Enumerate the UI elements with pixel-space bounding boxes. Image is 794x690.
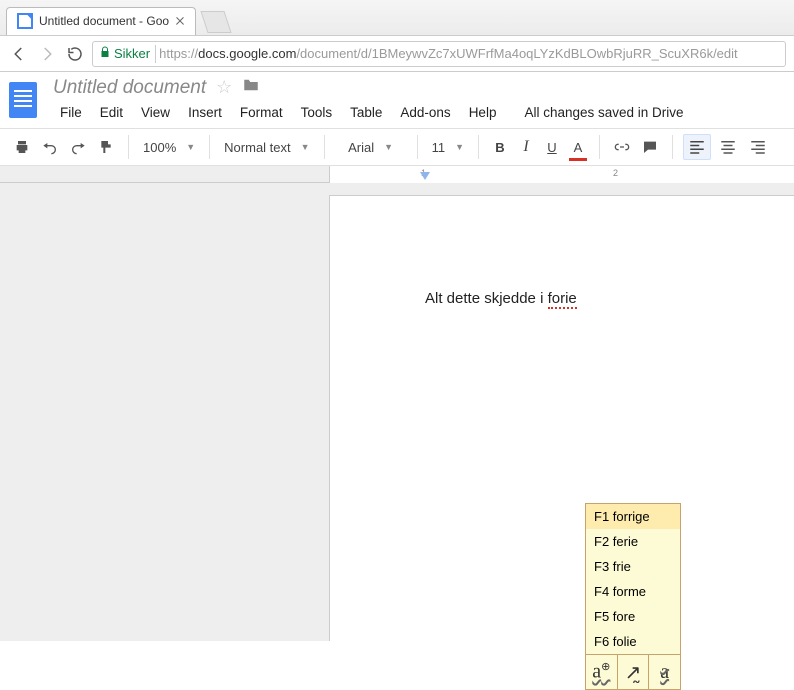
suggestion-6[interactable]: F6 folie [586, 629, 680, 654]
document-page[interactable]: Alt dette skjedde i forie [329, 195, 794, 641]
separator [478, 135, 479, 159]
address-bar: Sikker https:// docs.google.com /documen… [0, 36, 794, 72]
url-host: docs.google.com [198, 46, 296, 61]
redo-button[interactable] [66, 134, 90, 160]
size-value: 11 [432, 140, 446, 155]
suggestion-4[interactable]: F4 forme [586, 579, 680, 604]
suggestion-1[interactable]: F1 forrige [586, 504, 680, 529]
menu-table[interactable]: Table [343, 103, 389, 122]
menu-view[interactable]: View [134, 103, 177, 122]
folder-icon[interactable] [242, 76, 260, 99]
tab-title: Untitled document - Goo [39, 14, 169, 28]
url-path: /document/d/1BMeywvZc7xUWFrfMa4oqLYzKdBL… [296, 46, 737, 61]
toolbar: 100%▼ Normal text▼ Arial▼ 11▼ B I U A [0, 128, 794, 166]
spell-error-word[interactable]: forie [548, 290, 577, 309]
style-value: Normal text [224, 140, 290, 155]
font-dropdown[interactable]: Arial▼ [335, 134, 407, 160]
document-title[interactable]: Untitled document [53, 77, 206, 99]
docs-header: Untitled document ☆ File Edit View Inser… [0, 72, 794, 128]
security-label: Sikker [114, 46, 150, 61]
separator [155, 45, 156, 63]
menu-bar: File Edit View Insert Format Tools Table… [45, 99, 794, 126]
suggestion-3[interactable]: F3 frie [586, 554, 680, 579]
menu-file[interactable]: File [53, 103, 89, 122]
docs-logo-icon[interactable] [0, 72, 45, 128]
add-to-dictionary-icon[interactable]: a⊕ [586, 655, 617, 689]
align-center-button[interactable] [715, 134, 741, 160]
suggestion-5[interactable]: F5 fore [586, 604, 680, 629]
separator [324, 135, 325, 159]
insert-comment-button[interactable] [638, 134, 662, 160]
paragraph-style-dropdown[interactable]: Normal text▼ [220, 134, 313, 160]
new-tab-button[interactable] [201, 11, 232, 33]
align-left-button[interactable] [683, 134, 711, 160]
text-content: Alt dette skjedde i [425, 290, 548, 307]
docs-favicon-icon [17, 13, 33, 29]
suggestion-tools: a⊕ ↗̰ a [586, 654, 680, 689]
separator [417, 135, 418, 159]
zoom-dropdown[interactable]: 100%▼ [139, 134, 199, 160]
menu-edit[interactable]: Edit [93, 103, 130, 122]
paint-format-button[interactable] [94, 134, 118, 160]
save-status: All changes saved in Drive [517, 103, 690, 122]
zoom-value: 100% [143, 140, 176, 155]
workspace: Alt dette skjedde i forie F1 forrige F2 … [0, 183, 794, 641]
document-text[interactable]: Alt dette skjedde i forie [425, 290, 577, 307]
back-button[interactable] [8, 43, 30, 65]
browser-chrome: Untitled document - Goo Sikker https:// … [0, 0, 794, 72]
separator [672, 135, 673, 159]
font-value: Arial [348, 140, 374, 155]
menu-insert[interactable]: Insert [181, 103, 229, 122]
url-field[interactable]: Sikker https:// docs.google.com /documen… [92, 41, 786, 67]
ruler[interactable]: 1 2 3 [0, 166, 794, 183]
print-button[interactable] [10, 134, 34, 160]
reload-button[interactable] [64, 43, 86, 65]
insert-link-button[interactable] [610, 134, 634, 160]
menu-addons[interactable]: Add-ons [393, 103, 457, 122]
skip-icon[interactable]: ↗̰ [617, 655, 649, 689]
text-color-button[interactable]: A [567, 134, 589, 160]
browser-tab[interactable]: Untitled document - Goo [6, 7, 196, 35]
undo-button[interactable] [38, 134, 62, 160]
menu-help[interactable]: Help [462, 103, 504, 122]
align-right-button[interactable] [745, 134, 771, 160]
menu-tools[interactable]: Tools [294, 103, 340, 122]
star-icon[interactable]: ☆ [216, 77, 232, 98]
separator [599, 135, 600, 159]
spellcheck-suggestions: F1 forrige F2 ferie F3 frie F4 forme F5 … [585, 503, 681, 690]
menu-format[interactable]: Format [233, 103, 290, 122]
indent-marker-icon[interactable] [420, 172, 430, 180]
close-icon[interactable] [175, 16, 185, 26]
separator [209, 135, 210, 159]
separator [128, 135, 129, 159]
bold-button[interactable]: B [489, 134, 511, 160]
ignore-icon[interactable]: a [648, 655, 680, 689]
url-scheme: https:// [159, 46, 198, 61]
italic-button[interactable]: I [515, 134, 537, 160]
font-size-dropdown[interactable]: 11▼ [428, 134, 468, 160]
tabs-bar: Untitled document - Goo [0, 0, 794, 36]
suggestion-2[interactable]: F2 ferie [586, 529, 680, 554]
lock-icon [99, 46, 111, 61]
underline-button[interactable]: U [541, 134, 563, 160]
forward-button[interactable] [36, 43, 58, 65]
